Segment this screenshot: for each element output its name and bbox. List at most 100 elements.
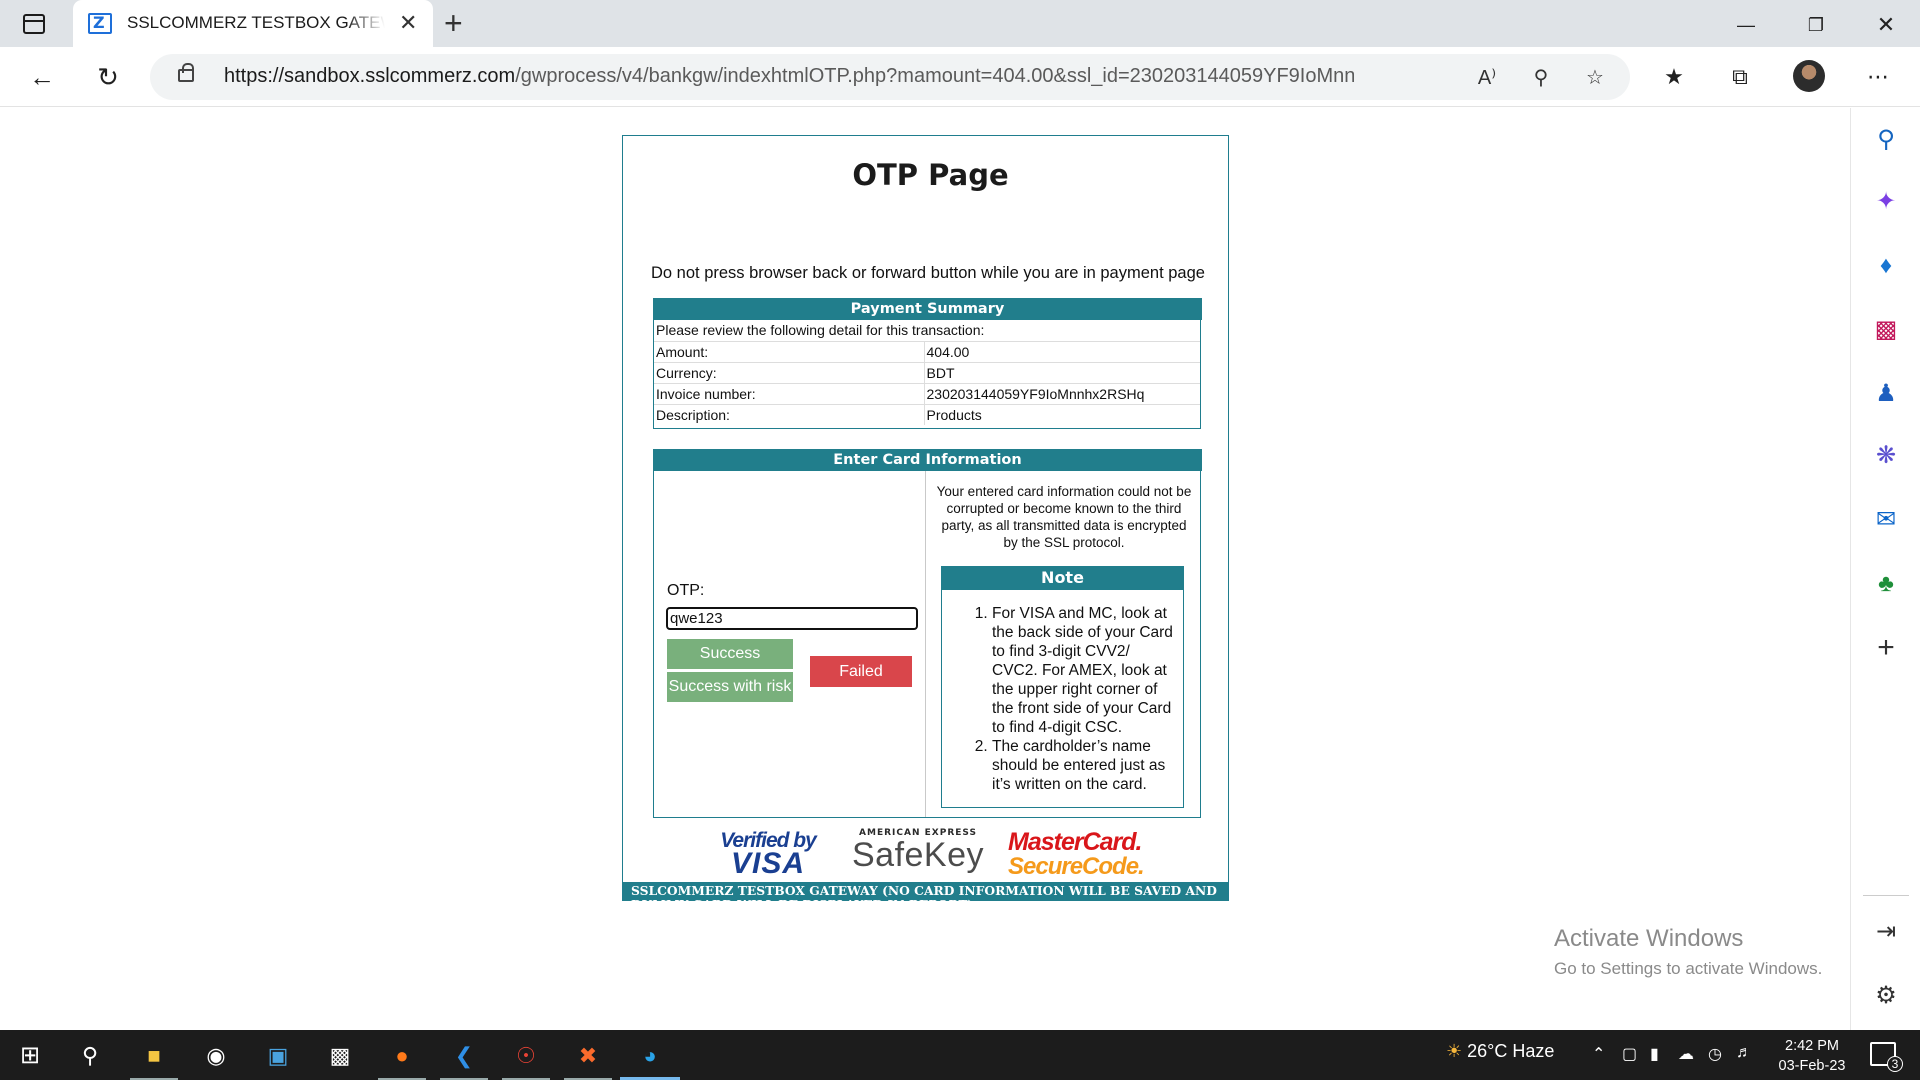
list-item: For VISA and MC, look at the back side o… (992, 604, 1179, 737)
browser-tab-strip: SSLCOMMERZ TESTBOX GATEWAY ✕ + — ❐ ✕ (0, 0, 1920, 47)
note-heading: Note (941, 566, 1184, 590)
games-icon[interactable]: ♟ (1868, 376, 1904, 412)
activate-windows-watermark: Activate Windows Go to Settings to activ… (1554, 925, 1822, 979)
windows-start-icon[interactable]: ⊞ (10, 1038, 50, 1074)
amex-safekey-logo: AMERICAN EXPRESS SafeKey (843, 828, 993, 872)
collections-icon[interactable]: ⧉ (1722, 59, 1758, 95)
weather-widget[interactable]: ☀ 26°C Haze (1446, 1041, 1554, 1062)
weather-text: 26°C Haze (1467, 1041, 1555, 1061)
windows-taskbar: ⊞ ⚲ ■ ◉ ▣ ▩ ● ❮ ☉ ✖ ◕ ☀ 26°C Haze ⌃ ▢ ▮ … (0, 1030, 1920, 1080)
description-label: Description: (654, 404, 925, 425)
gateway-footer: SSLCOMMERZ TESTBOX GATEWAY (NO CARD INFO… (623, 882, 1228, 901)
clock-time: 2:42 PM (1785, 1038, 1839, 1054)
security-note: Your entered card information could not … (936, 484, 1192, 550)
vscode-icon[interactable]: ❮ (440, 1038, 488, 1080)
back-arrow-icon[interactable]: ← (24, 59, 60, 95)
taskbar-search-icon[interactable]: ⚲ (70, 1038, 110, 1074)
hide-sidebar-icon[interactable]: ⇥ (1868, 914, 1904, 950)
search-icon[interactable]: ⚲ (1868, 122, 1904, 158)
amount-value: 404.00 (924, 341, 1200, 363)
url-text[interactable]: https://sandbox.sslcommerz.com/gwprocess… (224, 65, 1354, 88)
currency-value: BDT (924, 362, 1200, 384)
otp-input[interactable] (666, 607, 918, 630)
file-explorer-icon[interactable]: ■ (130, 1038, 178, 1080)
page-title: OTP Page (852, 158, 1009, 192)
table-row: Description: Products (654, 404, 1200, 425)
xampp-icon[interactable]: ✖ (564, 1038, 612, 1080)
tab-close-icon[interactable]: ✕ (399, 10, 417, 36)
watermark-title: Activate Windows (1554, 925, 1744, 952)
address-bar[interactable]: https://sandbox.sslcommerz.com/gwprocess… (150, 54, 1630, 100)
table-row: Please review the following detail for t… (654, 320, 1200, 342)
tray-chevron-icon[interactable]: ⌃ (1592, 1044, 1605, 1064)
read-aloud-icon[interactable]: A⁾ (1472, 63, 1502, 93)
page-viewport: OTP Page Do not press browser back or fo… (0, 108, 1850, 1030)
table-row: Amount: 404.00 (654, 341, 1200, 363)
onedrive-icon[interactable]: ☁ (1678, 1044, 1694, 1064)
currency-label: Currency: (654, 362, 925, 384)
card-security-logos: Verified by VISA AMERICAN EXPRESS SafeKe… (713, 826, 1153, 882)
site-favicon-icon (88, 13, 112, 34)
taskbar-clock[interactable]: 2:42 PM 03-Feb-23 (1772, 1036, 1852, 1076)
add-sidebar-app-icon[interactable]: + (1868, 630, 1904, 666)
invoice-value: 230203144059YF9IoMnnhx2RSHq (924, 383, 1200, 405)
notification-center-icon[interactable]: 3 (1870, 1042, 1903, 1072)
firefox-icon[interactable]: ● (378, 1038, 426, 1080)
drop-tree-icon[interactable]: ♣ (1868, 566, 1904, 602)
otp-label: OTP: (667, 582, 705, 599)
new-tab-button[interactable]: + (444, 6, 463, 40)
weather-sun-icon: ☀ (1446, 1041, 1463, 1061)
shopping-tag-icon[interactable]: ♦ (1868, 248, 1904, 284)
restore-button[interactable]: ❐ (1796, 10, 1836, 40)
visa-logo-line2: VISA (730, 847, 806, 880)
card-information-heading: Enter Card Information (653, 449, 1202, 471)
settings-gear-icon[interactable]: ⚙ (1868, 978, 1904, 1014)
table-row: Currency: BDT (654, 362, 1200, 384)
chrome-icon[interactable]: ☉ (502, 1038, 550, 1080)
clock-date: 03-Feb-23 (1778, 1058, 1846, 1074)
note-box: Note For VISA and MC, look at the back s… (941, 566, 1184, 808)
window-close-button[interactable]: ✕ (1866, 10, 1906, 40)
tools-icon[interactable]: ▩ (1868, 312, 1904, 348)
mastercard-logo-line2: SecureCode. (1008, 853, 1145, 880)
navigation-warning: Do not press browser back or forward but… (651, 264, 1205, 282)
obs-icon[interactable]: ◉ (196, 1038, 236, 1074)
discover-sparkle-icon[interactable]: ✦ (1868, 184, 1904, 220)
add-favorite-icon[interactable]: ☆ (1580, 63, 1610, 93)
payment-summary-heading: Payment Summary (653, 298, 1202, 320)
refresh-icon[interactable]: ↻ (90, 59, 126, 95)
meet-now-icon[interactable]: ▢ (1622, 1044, 1637, 1064)
payment-summary-box: Payment Summary Please review the follow… (653, 298, 1202, 429)
app-window-icon[interactable]: ▣ (258, 1038, 298, 1074)
amex-logo-line2: SafeKey (851, 836, 985, 874)
profile-avatar[interactable] (1793, 60, 1825, 92)
minimize-button[interactable]: — (1726, 10, 1766, 40)
browser-toolbar: ← ↻ https://sandbox.sslcommerz.com/gwpro… (0, 47, 1920, 107)
edge-icon[interactable]: ◕ (620, 1038, 680, 1080)
payment-container: OTP Page Do not press browser back or fo… (622, 135, 1229, 901)
success-with-risk-button[interactable]: Success with risk (667, 672, 793, 702)
outlook-icon[interactable]: ✉ (1868, 502, 1904, 538)
more-options-icon[interactable]: ⋯ (1860, 59, 1896, 95)
lock-icon[interactable] (178, 63, 194, 82)
zoom-out-icon[interactable]: ⚲ (1526, 63, 1556, 93)
failed-button[interactable]: Failed (810, 656, 912, 687)
tab-actions-icon[interactable] (23, 14, 45, 34)
battery-icon[interactable]: ▮ (1650, 1044, 1659, 1064)
browser-tab-active[interactable]: SSLCOMMERZ TESTBOX GATEWAY ✕ (73, 0, 433, 47)
list-item: The cardholder’s name should be entered … (992, 737, 1179, 794)
summary-intro: Please review the following detail for t… (654, 320, 1200, 342)
invoice-label: Invoice number: (654, 383, 925, 405)
verified-by-visa-logo: Verified by VISA (713, 830, 823, 879)
payment-summary-table: Please review the following detail for t… (654, 320, 1200, 425)
terminal-icon[interactable]: ▩ (320, 1038, 360, 1074)
note-list: For VISA and MC, look at the back side o… (992, 604, 1179, 794)
tab-title: SSLCOMMERZ TESTBOX GATEWAY (127, 13, 385, 32)
volume-icon[interactable]: ♬ (1736, 1044, 1752, 1062)
wifi-icon[interactable]: ◷ (1708, 1044, 1722, 1064)
office-icon[interactable]: ❋ (1868, 438, 1904, 474)
favorites-icon[interactable]: ★ (1656, 59, 1692, 95)
success-button[interactable]: Success (667, 639, 793, 669)
edge-sidebar: ⚲ ✦ ♦ ▩ ♟ ❋ ✉ ♣ + ⇥ ⚙ (1850, 108, 1920, 1030)
table-row: Invoice number: 230203144059YF9IoMnnhx2RS… (654, 383, 1200, 405)
